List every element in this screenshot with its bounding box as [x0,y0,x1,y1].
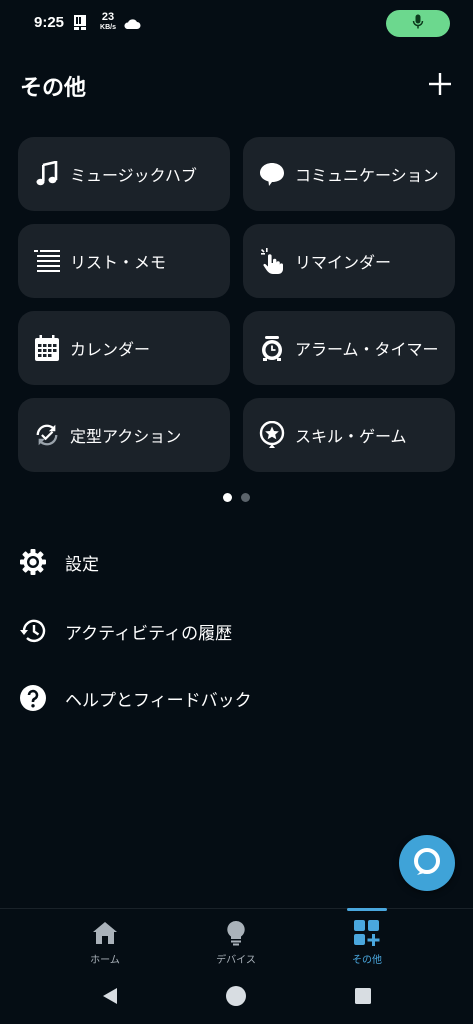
tile-calendar[interactable]: カレンダー [18,311,230,385]
tile-label: リスト・メモ [70,253,167,272]
tile-label: アラーム・タイマー [295,340,439,359]
tile-skills-games[interactable]: スキル・ゲーム [243,398,455,472]
tile-label: 定型アクション [70,427,182,446]
add-button[interactable] [426,70,454,98]
alarm-clock-icon [259,335,285,361]
skill-star-icon [259,421,285,448]
home-icon [91,919,119,947]
mic-button[interactable] [386,10,450,37]
page-title: その他 [20,76,87,101]
bottom-nav: ホーム デバイス その他 [0,908,473,974]
tile-label: コミュニケーション [295,166,439,185]
music-note-icon [34,161,60,187]
recents-button[interactable] [351,986,375,1010]
more-grid-icon [353,919,381,947]
back-triangle-icon [100,986,120,1010]
nav-label: ホーム [90,955,120,966]
speech-bubble-icon [259,161,285,187]
tile-music-hub[interactable]: ミュージックハブ [18,137,230,211]
home-system-button[interactable] [224,986,248,1010]
tile-label: カレンダー [70,340,151,359]
tile-lists-notes[interactable]: リスト・メモ [18,224,230,298]
tile-reminders[interactable]: リマインダー [243,224,455,298]
nav-label: その他 [352,955,382,966]
page-indicator [0,493,473,502]
home-circle-icon [225,985,247,1011]
tile-label: スキル・ゲーム [295,427,407,446]
network-speed-unit: KB/s [100,24,116,31]
network-speed-value: 23 [101,11,115,23]
help-icon [19,684,47,712]
page-dot-active[interactable] [223,493,232,502]
plus-icon [426,73,454,102]
activity-history-item[interactable]: アクティビティの履歴 [0,603,473,659]
tile-alarms-timers[interactable]: アラーム・タイマー [243,311,455,385]
calendar-icon [34,335,60,361]
back-button[interactable] [98,986,122,1010]
status-time: 9:25 [34,14,65,31]
tile-label: ミュージックハブ [70,166,197,185]
alexa-button[interactable] [399,835,455,891]
settings-item[interactable]: 設定 [0,534,473,590]
nav-more[interactable]: その他 [322,909,412,975]
microphone-icon [412,14,424,34]
tile-routines[interactable]: 定型アクション [18,398,230,472]
lightbulb-icon [222,919,250,947]
alexa-icon [412,846,442,880]
tile-label: リマインダー [295,253,392,272]
list-item-label: アクティビティの履歴 [65,623,233,644]
help-feedback-item[interactable]: ヘルプとフィードバック [0,670,473,726]
nav-devices[interactable]: デバイス [191,909,281,975]
system-nav-bar [0,974,473,1024]
cloud-icon [123,15,141,29]
recents-square-icon [354,987,372,1009]
list-item-label: 設定 [65,554,99,575]
reminder-hand-icon [259,248,285,274]
list-icon [34,248,60,274]
nav-home[interactable]: ホーム [60,909,150,975]
nav-label: デバイス [216,955,256,966]
status-bar: 9:25 23 KB/s [0,0,473,48]
list-item-label: ヘルプとフィードバック [65,690,252,711]
network-speed: 23 KB/s [97,11,119,32]
history-icon [19,617,47,645]
gear-icon [19,548,47,576]
notification-icon [73,14,87,31]
tile-communication[interactable]: コミュニケーション [243,137,455,211]
page-dot[interactable] [241,493,250,502]
routine-check-icon [34,422,60,448]
